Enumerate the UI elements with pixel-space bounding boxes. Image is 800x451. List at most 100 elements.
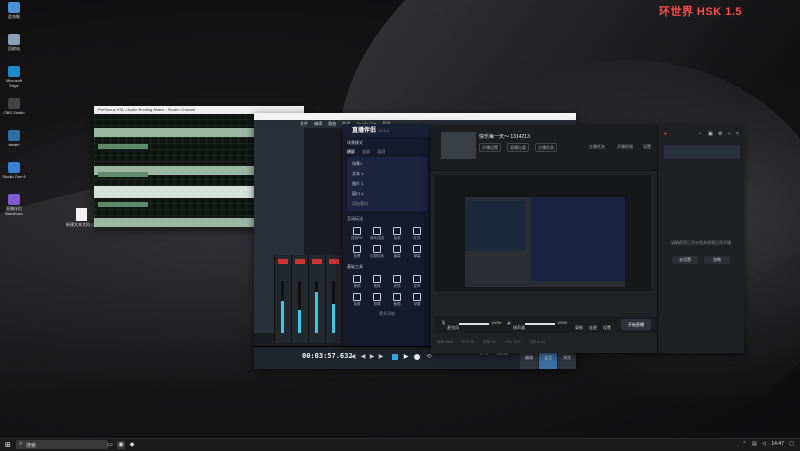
close-icon[interactable]: ×: [736, 132, 741, 137]
feature-item[interactable]: 抽奖: [387, 225, 407, 243]
feature-item[interactable]: 设置: [407, 291, 427, 309]
live-companion-panel[interactable]: 直播伴侣 v1.5.4 场景模式 横屏 竖屏 双屏 场景1 文本 1 图片 1 窗…: [343, 124, 431, 346]
stop-icon[interactable]: [392, 354, 398, 360]
feature-item[interactable]: 连线PK: [347, 225, 367, 243]
windows-start-icon[interactable]: ⊞: [5, 442, 11, 449]
channel-record-arm[interactable]: [278, 259, 288, 264]
feature-icon: [353, 293, 361, 301]
feature-item[interactable]: 礼物特效: [367, 243, 387, 261]
mixer-channel[interactable]: [308, 255, 325, 343]
play-icon[interactable]: ▶: [403, 354, 409, 360]
channel-record-arm[interactable]: [295, 259, 305, 264]
tab-landscape[interactable]: 横屏: [347, 149, 355, 154]
channel-record-arm[interactable]: [312, 259, 322, 264]
promo-banner[interactable]: [664, 145, 740, 159]
menu-item[interactable]: 文件: [300, 121, 308, 126]
desktop-icon-label: 回收站: [8, 46, 20, 51]
task-view-icon[interactable]: ▭: [106, 441, 114, 449]
feature-item[interactable]: 观众连线: [367, 225, 387, 243]
audio-controls[interactable]: 🎙 麦克风 100% 🔈 扬声器 100% 录制 连麦 设置 开始直播: [435, 316, 657, 333]
desktop-icon[interactable]: 此电脑: [2, 2, 26, 30]
scene-item[interactable]: 图片 1: [347, 179, 427, 189]
scene-tabs[interactable]: 横屏 竖屏 双屏: [343, 149, 431, 155]
network-icon[interactable]: ▤: [752, 441, 757, 447]
feature-item[interactable]: 截图: [387, 291, 407, 309]
tab-portrait[interactable]: 竖屏: [362, 149, 370, 154]
feature-item[interactable]: 福袋: [387, 243, 407, 261]
record-icon[interactable]: [414, 354, 420, 360]
desktop-icon[interactable]: Studio One 6: [2, 162, 26, 190]
room-cover[interactable]: [441, 132, 476, 159]
room-tag[interactable]: 直播分类: [507, 143, 529, 152]
go-settings-button[interactable]: 去设置: [672, 256, 698, 264]
feature-item[interactable]: 弹幕: [407, 243, 427, 261]
desktop-file[interactable]: 新建文本文档 (2): [66, 208, 96, 228]
stream-window[interactable]: 快乐每一天～ 1314213 开播设置 直播分类 主播信息 主播任务 开播权限 …: [431, 125, 744, 353]
feature-item[interactable]: 音效: [367, 273, 387, 291]
mixer-channel[interactable]: [274, 255, 291, 343]
mic-slider[interactable]: [459, 323, 489, 325]
speaker-slider[interactable]: [525, 323, 555, 325]
speaker-icon[interactable]: 🔈: [507, 320, 512, 325]
mixer-channel[interactable]: [325, 255, 342, 343]
minimize-icon[interactable]: –: [728, 132, 733, 137]
mixer-channel[interactable]: [291, 255, 308, 343]
scene-item[interactable]: 场景1: [347, 159, 427, 169]
feature-item[interactable]: 投票: [347, 243, 367, 261]
menu-item[interactable]: 编辑: [314, 121, 322, 126]
tab-dual[interactable]: 双屏: [377, 149, 385, 154]
menu-item[interactable]: 歌曲: [328, 121, 336, 126]
top-link[interactable]: 主播任务: [587, 143, 607, 150]
gear-icon[interactable]: ⚙: [718, 132, 723, 137]
desktop-icon[interactable]: steam: [2, 130, 26, 158]
settings-button[interactable]: 设置: [603, 325, 611, 331]
co-host-button[interactable]: 连麦: [589, 325, 597, 331]
channel-record-arm[interactable]: [329, 259, 339, 264]
feature-item[interactable]: 录屏: [347, 291, 367, 309]
interact-grid[interactable]: 连线PK 观众连线 抽奖 红包投票 礼物特效 福袋 弹幕: [343, 225, 431, 261]
scene-item[interactable]: 文本 1: [347, 169, 427, 179]
desktop-icon[interactable]: 直播伴侣 Bandicam: [2, 194, 26, 222]
taskbar-app-studio-one[interactable]: ◉: [117, 441, 125, 449]
feature-item[interactable]: 滤镜: [387, 273, 407, 291]
room-tag[interactable]: 主播信息: [535, 143, 557, 152]
rewind-start-icon[interactable]: ◀: [350, 354, 356, 360]
bell-icon[interactable]: ◔: [698, 132, 703, 137]
desktop-icon-label: steam: [8, 142, 20, 147]
feature-item[interactable]: 美颜: [347, 273, 367, 291]
room-tag[interactable]: 开播设置: [479, 143, 501, 152]
room-title[interactable]: 快乐每一天～ 1314213: [479, 133, 530, 140]
desktop-icon[interactable]: OBS Studio: [2, 98, 26, 126]
scene-list[interactable]: 场景1 文本 1 图片 1 窗口 1 添加素材: [347, 157, 427, 211]
preview-window-thumb: [465, 201, 525, 251]
desktop-icon[interactable]: 回收站: [2, 34, 26, 62]
ignore-button[interactable]: 忽略: [704, 256, 730, 264]
taskbar-search[interactable]: ⌕ 搜索: [16, 440, 108, 449]
forward-end-icon[interactable]: ▶: [378, 354, 384, 360]
tray-chevron-icon[interactable]: ⌃: [742, 441, 746, 447]
app-name: 直播伴侣: [352, 128, 377, 134]
taskbar-app-live[interactable]: ◆: [128, 441, 136, 449]
add-source-button[interactable]: 添加素材: [347, 199, 427, 209]
volume-icon[interactable]: ◁: [762, 441, 766, 447]
clock[interactable]: 14:47: [771, 441, 784, 447]
loop-icon[interactable]: ⟲: [426, 354, 432, 360]
top-link[interactable]: 设置: [641, 143, 653, 150]
top-link[interactable]: 开播权限: [615, 143, 635, 150]
feature-item[interactable]: 变声: [407, 273, 427, 291]
feature-item[interactable]: 红包: [407, 225, 427, 243]
stream-preview[interactable]: [435, 175, 651, 291]
rewind-icon[interactable]: ◀: [360, 354, 366, 360]
gift-icon[interactable]: ▣: [708, 132, 713, 137]
scene-item[interactable]: 窗口 1: [347, 189, 427, 199]
record-button[interactable]: 录制: [575, 325, 583, 331]
desktop-icon[interactable]: Microsoft Edge: [2, 66, 26, 94]
feature-item[interactable]: 剪辑: [367, 291, 387, 309]
forward-icon[interactable]: ▶: [369, 354, 375, 360]
notification-icon[interactable]: ▢: [789, 441, 794, 447]
system-tray[interactable]: ⌃ ▤ ◁ 14:47 ▢: [738, 441, 794, 447]
tools-grid[interactable]: 美颜 音效 滤镜 变声录屏 剪辑 截图 设置: [343, 273, 431, 309]
more-features-link[interactable]: 更多功能: [343, 311, 431, 317]
mic-icon[interactable]: 🎙: [441, 320, 446, 325]
start-live-button[interactable]: 开始直播: [621, 319, 651, 330]
